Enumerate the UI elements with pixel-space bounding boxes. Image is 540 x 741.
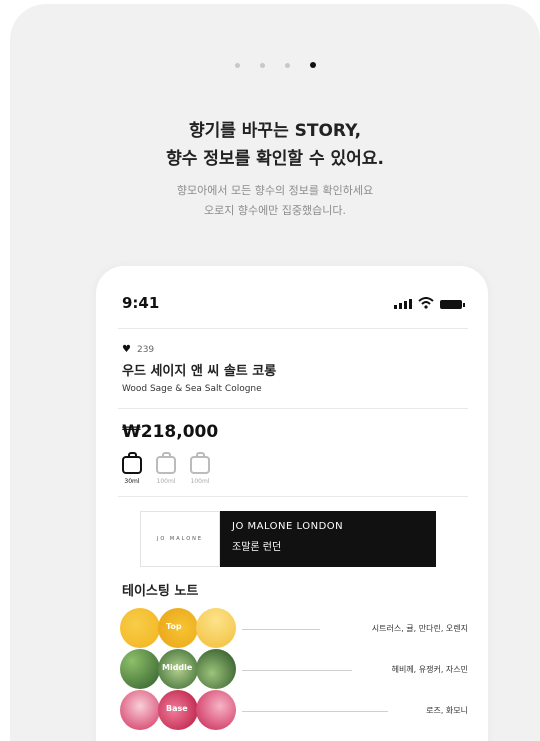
brand-card[interactable]: JO MALONE JO MALONE LONDON 조말론 런던 [140,511,436,567]
note-ingredients: 로즈, 화모니 [426,706,468,715]
note-ingredients: 시트러스, 귤, 만다린, 오렌지 [371,624,468,633]
page-dot[interactable] [234,62,240,68]
battery-icon [440,300,465,309]
subtitle-line-2: 오로지 향수에만 집중했습니다. [203,204,347,217]
note-row-middle: Middle 헤비께, 유쟁커, 자스민 [118,649,478,693]
wifi-icon [418,297,434,309]
headline-line-1: 향기를 바꾸는 STORY, [188,121,362,141]
status-bar: 9:41 [122,294,465,314]
note-row-top: Top 시트러스, 귤, 만다린, 오렌지 [118,608,478,652]
headline-line-2: 향수 정보를 확인할 수 있어요. [166,149,384,169]
onboarding-screen: 향기를 바꾸는 STORY, 향수 정보를 확인할 수 있어요. 향모아에서 모… [10,4,540,741]
size-options: 30ml 100ml 100ml [122,450,210,485]
bottle-icon [156,452,176,474]
note-row-base: Base 로즈, 화모니 [118,690,478,734]
bottle-icon [190,452,210,474]
size-option[interactable]: 100ml [190,450,210,485]
brand-info: JO MALONE LONDON 조말론 런던 [220,511,436,567]
note-image [120,690,160,730]
page-dot[interactable] [284,62,290,68]
note-image [120,649,160,689]
note-badge: Middle [162,663,193,672]
divider [118,328,468,329]
note-ingredients: 헤비께, 유쟁커, 자스민 [391,665,468,674]
size-label: 100ml [190,478,210,485]
status-time: 9:41 [122,294,160,312]
heart-icon[interactable]: ♥ [122,344,131,355]
divider [118,408,468,409]
note-image [196,649,236,689]
note-image [120,608,160,648]
product-price: ₩218,000 [122,422,219,442]
note-badge: Top [166,622,182,631]
page-indicator [10,62,540,68]
status-icons [394,297,465,309]
brand-logo-text: JO MALONE [156,536,204,542]
note-image [196,690,236,730]
size-label: 100ml [156,478,176,485]
subtitle-line-1: 향모아에서 모든 향수의 정보를 확인하세요 [176,184,374,197]
page-dot-active[interactable] [309,62,316,68]
note-badge: Base [166,704,188,713]
brand-logo: JO MALONE [140,511,220,567]
brand-name-korean: 조말론 런던 [232,542,282,553]
brand-name-english: JO MALONE LONDON [232,521,344,532]
product-name-korean: 우드 세이지 앤 씨 솔트 코롱 [122,364,277,379]
tasting-notes-title: 테이스팅 노트 [122,584,199,599]
note-image [196,608,236,648]
like-count[interactable]: ♥ 239 [122,344,154,355]
bottle-icon [122,452,142,474]
page-dot[interactable] [259,62,265,68]
note-connector [242,670,352,671]
size-option-selected[interactable]: 30ml [122,450,142,485]
signal-icon [394,299,412,309]
like-count-value: 239 [136,344,155,355]
divider [118,496,468,497]
product-name-english: Wood Sage & Sea Salt Cologne [122,384,262,394]
note-connector [242,629,320,630]
size-option[interactable]: 100ml [156,450,176,485]
note-connector [242,711,388,712]
size-label: 30ml [124,478,140,485]
phone-mockup: 9:41 ♥ 239 우드 세이지 앤 씨 솔트 코롱 Wood Sage & … [96,266,488,741]
